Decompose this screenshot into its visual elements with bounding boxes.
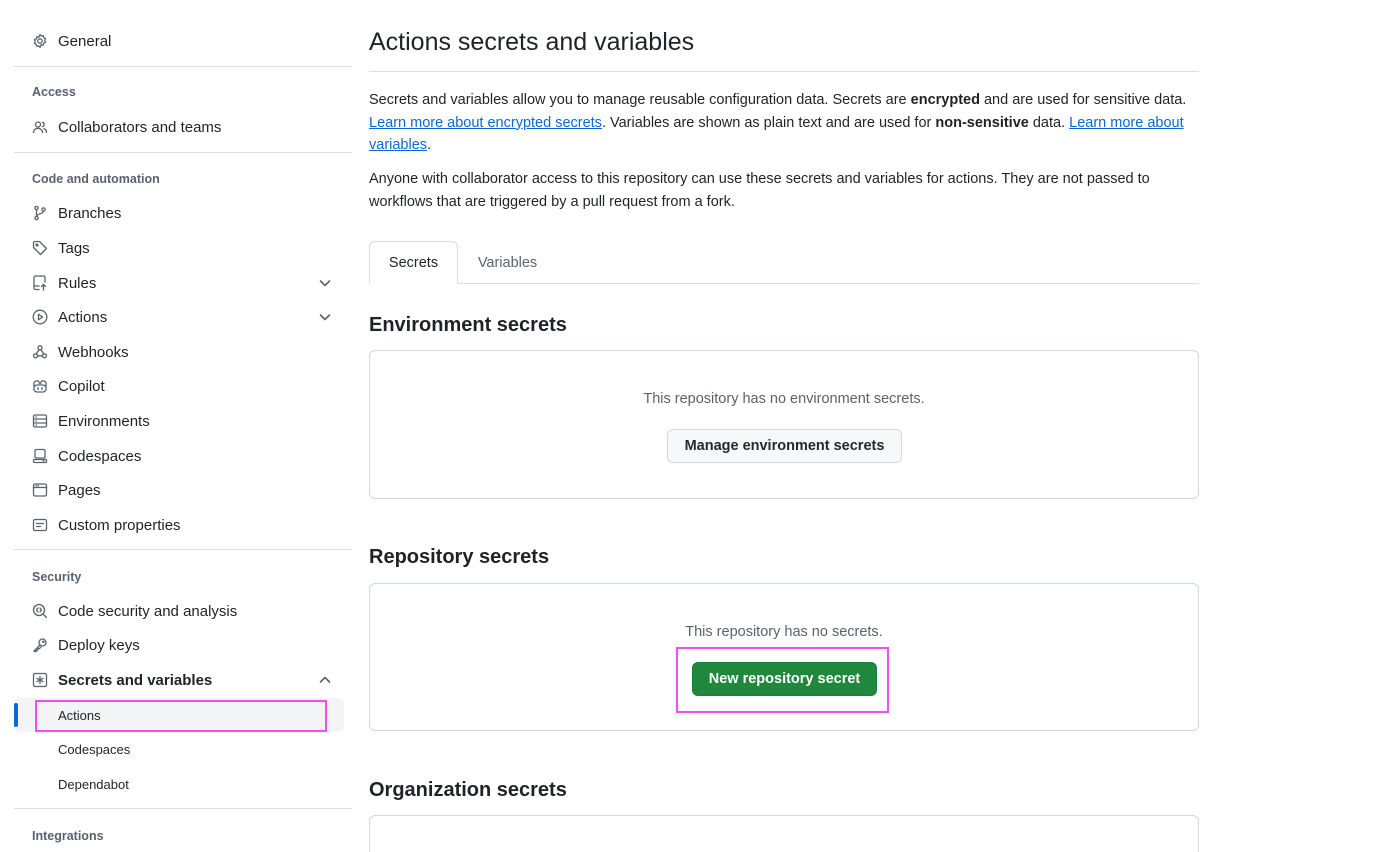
intro-paragraph: Secrets and variables allow you to manag… (369, 89, 1199, 157)
sidebar-item-label: Branches (58, 204, 122, 222)
link-encrypted-secrets[interactable]: Learn more about encrypted secrets (369, 115, 602, 131)
play-circle-icon (32, 309, 48, 325)
sidebar-item-label: Secrets and variables (58, 671, 213, 689)
sidebar-section-integrations: Integrations (32, 829, 104, 843)
intro-bold-encrypted: encrypted (910, 92, 980, 108)
sidebar-item-environments[interactable]: Environments (14, 404, 352, 438)
sidebar-item-label: General (58, 32, 112, 50)
sidebar-item-rules[interactable]: Rules (14, 266, 352, 300)
sidebar-divider (14, 152, 352, 153)
tab-variables[interactable]: Variables (458, 241, 557, 284)
sidebar-item-label: Code security and analysis (58, 602, 238, 620)
browser-icon (32, 482, 48, 498)
sidebar-item-label: Deploy keys (58, 636, 140, 654)
sidebar-item-label: Webhooks (58, 343, 129, 361)
environment-secrets-title: Environment secrets (369, 314, 567, 336)
people-icon (32, 119, 48, 135)
sidebar-item-label: Copilot (58, 377, 105, 395)
sidebar-item-code-security[interactable]: Code security and analysis (14, 594, 352, 628)
organization-secrets-box (369, 815, 1199, 852)
sidebar-item-label: Actions (58, 308, 108, 326)
intro-text: . Variables are shown as plain text and … (601, 114, 936, 131)
manage-environment-secrets-button[interactable]: Manage environment secrets (667, 429, 902, 463)
highlight-box (676, 647, 889, 713)
chevron-down-icon[interactable] (318, 276, 332, 290)
sidebar-item-label: Tags (58, 239, 90, 257)
sidebar-section-access: Access (32, 85, 76, 99)
sidebar-item-codespaces[interactable]: Codespaces (14, 439, 352, 473)
highlight-box (35, 700, 327, 732)
sidebar-item-copilot[interactable]: Copilot (14, 369, 352, 403)
branch-icon (32, 205, 48, 221)
tab-bar: Secrets Variables (369, 241, 1199, 284)
settings-sidebar: General Access Collaborators and teams C… (14, 0, 352, 852)
access-note: Anyone with collaborator access to this … (369, 171, 1150, 210)
sidebar-item-label: Codespaces (58, 447, 142, 465)
intro-bold-non-sensitive: non-sensitive (935, 114, 1029, 131)
repository-secrets-empty-message: This repository has no secrets. (685, 624, 883, 640)
copilot-icon (32, 378, 48, 394)
sidebar-item-label: Pages (58, 481, 101, 499)
gear-icon (32, 33, 48, 49)
sidebar-divider (14, 66, 352, 67)
sidebar-item-label: Rules (58, 274, 97, 292)
sidebar-item-collaborators[interactable]: Collaborators and teams (14, 110, 352, 144)
environment-secrets-empty-message: This repository has no environment secre… (643, 391, 925, 407)
page-title: Actions secrets and variables (369, 28, 695, 56)
sidebar-subitem-codespaces[interactable]: Codespaces (14, 732, 344, 766)
sidebar-item-tags[interactable]: Tags (14, 231, 352, 265)
note-icon (32, 517, 48, 533)
sidebar-subitem-label: Codespaces (58, 741, 131, 757)
tab-secrets[interactable]: Secrets (369, 241, 458, 284)
tag-icon (32, 240, 48, 256)
sidebar-item-secrets-variables[interactable]: Secrets and variables (14, 663, 352, 697)
repository-secrets-title: Repository secrets (369, 546, 550, 568)
sidebar-item-branches[interactable]: Branches (14, 196, 352, 230)
sidebar-item-general[interactable]: General (14, 24, 352, 58)
chevron-down-icon[interactable] (318, 310, 332, 324)
repo-push-icon (32, 275, 48, 291)
active-indicator (14, 703, 18, 727)
sidebar-item-webhooks[interactable]: Webhooks (14, 335, 352, 369)
server-icon (32, 413, 48, 429)
sidebar-divider (14, 549, 352, 550)
sidebar-subitem-dependabot[interactable]: Dependabot (14, 767, 344, 801)
sidebar-item-label: Custom properties (58, 516, 181, 534)
codespaces-icon (32, 448, 48, 464)
sidebar-item-custom-properties[interactable]: Custom properties (14, 508, 352, 542)
sidebar-section-security: Security (32, 570, 82, 584)
sidebar-item-pages[interactable]: Pages (14, 473, 352, 507)
repository-secrets-box: This repository has no secrets. New repo… (369, 583, 1199, 731)
intro-text: . (427, 137, 432, 153)
sidebar-subitem-label: Dependabot (58, 776, 129, 792)
chevron-up-icon[interactable] (318, 673, 332, 687)
sidebar-divider (14, 808, 352, 809)
organization-secrets-title: Organization secrets (369, 779, 567, 801)
sidebar-item-actions[interactable]: Actions (14, 300, 352, 334)
sidebar-item-deploy-keys[interactable]: Deploy keys (14, 628, 352, 662)
key-icon (32, 637, 48, 653)
title-divider (369, 71, 1199, 72)
sidebar-item-label: Environments (58, 412, 150, 430)
sidebar-item-label: Collaborators and teams (58, 118, 222, 136)
sidebar-section-code-automation: Code and automation (32, 172, 160, 186)
asterisk-square-icon (32, 672, 48, 688)
intro-text: data. (1028, 114, 1070, 131)
environment-secrets-box: This repository has no environment secre… (369, 350, 1199, 499)
codescan-icon (32, 603, 48, 619)
main-content: Actions secrets and variables Secrets an… (369, 0, 1199, 852)
webhook-icon (32, 344, 48, 360)
intro-text: Secrets and variables allow you to manag… (369, 92, 911, 108)
intro-text: and are used for sensitive data. (979, 92, 1187, 108)
